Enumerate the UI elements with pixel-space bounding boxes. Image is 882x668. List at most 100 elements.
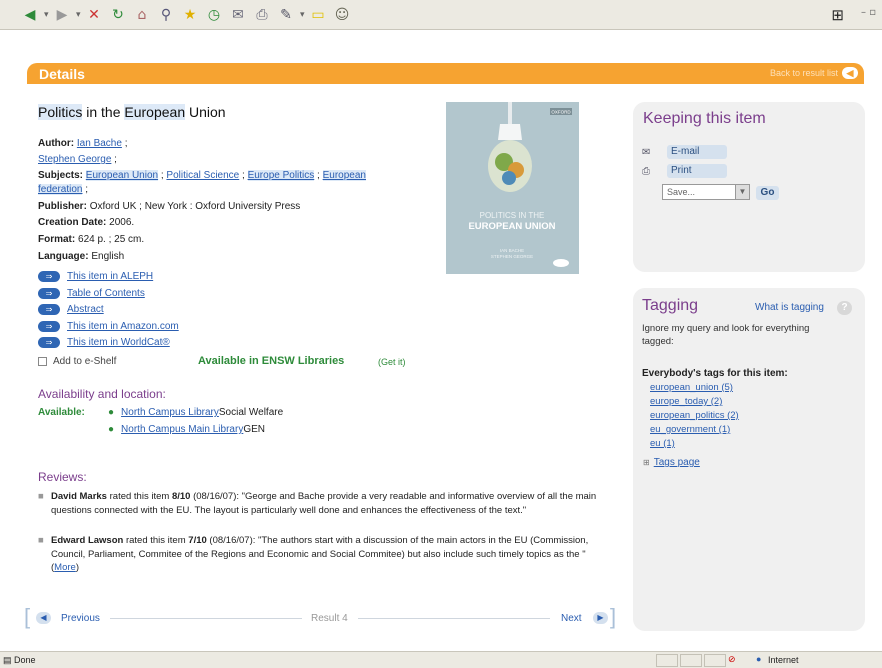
tag-link[interactable]: eu_government (1)	[650, 424, 730, 435]
location-item: ● North Campus Library Social Welfare	[108, 407, 283, 418]
eshelf-checkbox[interactable]	[38, 357, 47, 366]
language-value: English	[91, 251, 125, 262]
title-highlight-european: European	[124, 104, 186, 120]
author-field: Author: Ian Bache ;	[38, 138, 128, 149]
print-icon[interactable]: ⎙	[252, 5, 272, 25]
save-select[interactable]: Save... ▼	[662, 184, 750, 200]
subjects-label: Subjects:	[38, 170, 84, 181]
window-controls-icon[interactable]: – ▫	[861, 7, 876, 18]
cover-title-line2: EUROPEAN UNION	[468, 221, 555, 232]
format-value: 624 p. ; 25 cm.	[78, 234, 145, 245]
amazon-link-text[interactable]: This item in Amazon.com	[67, 321, 179, 332]
reviewer-name: Edward Lawson	[51, 535, 124, 546]
library-location: GEN	[243, 424, 265, 435]
mail-icon[interactable]: ✉	[228, 5, 248, 25]
get-it-link[interactable]: (Get it)	[378, 357, 406, 367]
ignore-query-text: Ignore my query and look for everything …	[642, 323, 810, 347]
keeping-panel: Keeping this item ✉ E-mail ⎙ Print Save...…	[633, 102, 865, 272]
back-to-results-link[interactable]: Back to result list	[770, 68, 838, 78]
tags-page-link[interactable]: ⊞ Tags page	[643, 457, 700, 468]
review-more-link[interactable]: More	[54, 562, 76, 573]
email-button[interactable]: E-mail	[667, 145, 727, 159]
subject-link[interactable]: Europe Politics	[247, 170, 315, 181]
tag-link[interactable]: european_union (5)	[650, 382, 733, 393]
stop-icon[interactable]: ✕	[84, 5, 104, 25]
previous-icon[interactable]: ◀	[36, 612, 51, 624]
subjects-field-2: federation ;	[38, 184, 89, 195]
subject-link[interactable]: federation	[38, 184, 83, 195]
worldcat-link[interactable]: ⇒ This item in WorldCat®	[38, 335, 170, 349]
book-cover-art: OXFORD POLITICS IN THE EUROPEAN UNION IA…	[446, 102, 579, 274]
status-cell	[680, 654, 702, 667]
tags-page-text[interactable]: Tags page	[654, 457, 700, 468]
chevron-down-icon[interactable]: ▼	[735, 185, 749, 199]
go-button[interactable]: Go	[756, 186, 779, 200]
edit-dropdown-icon[interactable]: ▾	[300, 9, 306, 20]
language-field: Language: English	[38, 251, 124, 262]
tag-link[interactable]: eu (1)	[650, 438, 675, 449]
status-bar: ▤ Done ⊘ ● Internet	[0, 651, 882, 668]
next-icon[interactable]: ▶	[593, 612, 608, 624]
expand-icon: ⊞	[643, 458, 650, 467]
aleph-link[interactable]: ⇒ This item in ALEPH	[38, 269, 153, 283]
book-cover[interactable]: OXFORD POLITICS IN THE EUROPEAN UNION IA…	[446, 102, 579, 274]
what-is-tagging-link[interactable]: What is tagging	[755, 302, 824, 313]
back-dropdown-icon[interactable]: ▾	[44, 9, 50, 20]
search-icon[interactable]: ⚲	[156, 5, 176, 25]
subjects-field: Subjects: European Union ; Political Sci…	[38, 170, 366, 181]
author-link-george[interactable]: Stephen George	[38, 154, 111, 165]
next-link[interactable]: Next	[561, 613, 582, 624]
tags-heading: Everybody's tags for this item:	[642, 368, 788, 379]
discuss-icon[interactable]: ▭	[308, 5, 328, 25]
cover-publisher: OXFORD	[551, 110, 571, 115]
print-action[interactable]: ⎙ Print	[642, 164, 727, 178]
aleph-link-text[interactable]: This item in ALEPH	[67, 271, 153, 282]
edit-icon[interactable]: ✎	[276, 5, 296, 25]
amazon-link[interactable]: ⇒ This item in Amazon.com	[38, 319, 179, 333]
review-item: ■ David Marks rated this item 8/10 (08/16…	[38, 490, 608, 517]
tag-link[interactable]: europe_today (2)	[650, 396, 722, 407]
back-icon[interactable]: ◀	[20, 5, 40, 25]
windows-logo-icon: ⊞	[831, 7, 844, 24]
author-link-bache[interactable]: Ian Bache	[77, 138, 122, 149]
cover-title-line1: POLITICS IN THE	[480, 211, 545, 220]
print-button[interactable]: Print	[667, 164, 727, 178]
status-cell	[656, 654, 678, 667]
language-label: Language:	[38, 251, 89, 262]
forward-icon[interactable]: ▶	[52, 5, 72, 25]
messenger-icon[interactable]: ☺	[332, 5, 352, 25]
tag-link[interactable]: european_politics (2)	[650, 410, 739, 421]
email-action[interactable]: ✉ E-mail	[642, 145, 727, 159]
history-icon[interactable]: ◷	[204, 5, 224, 25]
library-link[interactable]: North Campus Library	[121, 407, 219, 418]
subject-link[interactable]: European	[322, 170, 366, 181]
review-rated: rated this item	[123, 535, 189, 546]
back-arrow-icon[interactable]: ◀	[842, 67, 858, 79]
previous-link[interactable]: Previous	[61, 613, 100, 624]
zone-text: Internet	[768, 655, 799, 665]
available-label: Available:	[38, 407, 85, 418]
toc-link-text[interactable]: Table of Contents	[67, 288, 145, 299]
format-label: Format:	[38, 234, 76, 245]
help-icon[interactable]: ?	[837, 301, 852, 315]
forward-dropdown-icon[interactable]: ▾	[76, 9, 82, 20]
subject-link[interactable]: European Union	[85, 170, 159, 181]
abstract-link-text[interactable]: Abstract	[67, 304, 104, 315]
security-icon: ⊘	[728, 654, 736, 664]
library-link[interactable]: North Campus Main Library	[121, 424, 243, 435]
arrow-icon: ⇒	[38, 287, 60, 299]
subject-link[interactable]: Political Science	[166, 170, 239, 181]
arrow-icon: ⇒	[38, 270, 60, 282]
worldcat-link-text[interactable]: This item in WorldCat®	[67, 337, 170, 348]
globe-icon: ●	[756, 654, 762, 664]
home-icon[interactable]: ⌂	[132, 5, 152, 25]
abstract-link[interactable]: ⇒ Abstract	[38, 302, 104, 316]
toc-link[interactable]: ⇒ Table of Contents	[38, 286, 145, 300]
title-highlight-politics: Politics	[38, 104, 83, 120]
envelope-icon: ✉	[642, 146, 651, 158]
publisher-label: Publisher:	[38, 201, 87, 212]
add-to-eshelf[interactable]: Add to e-Shelf	[38, 356, 116, 367]
keeping-title: Keeping this item	[643, 110, 766, 127]
favorites-icon[interactable]: ★	[180, 5, 200, 25]
refresh-icon[interactable]: ↻	[108, 5, 128, 25]
